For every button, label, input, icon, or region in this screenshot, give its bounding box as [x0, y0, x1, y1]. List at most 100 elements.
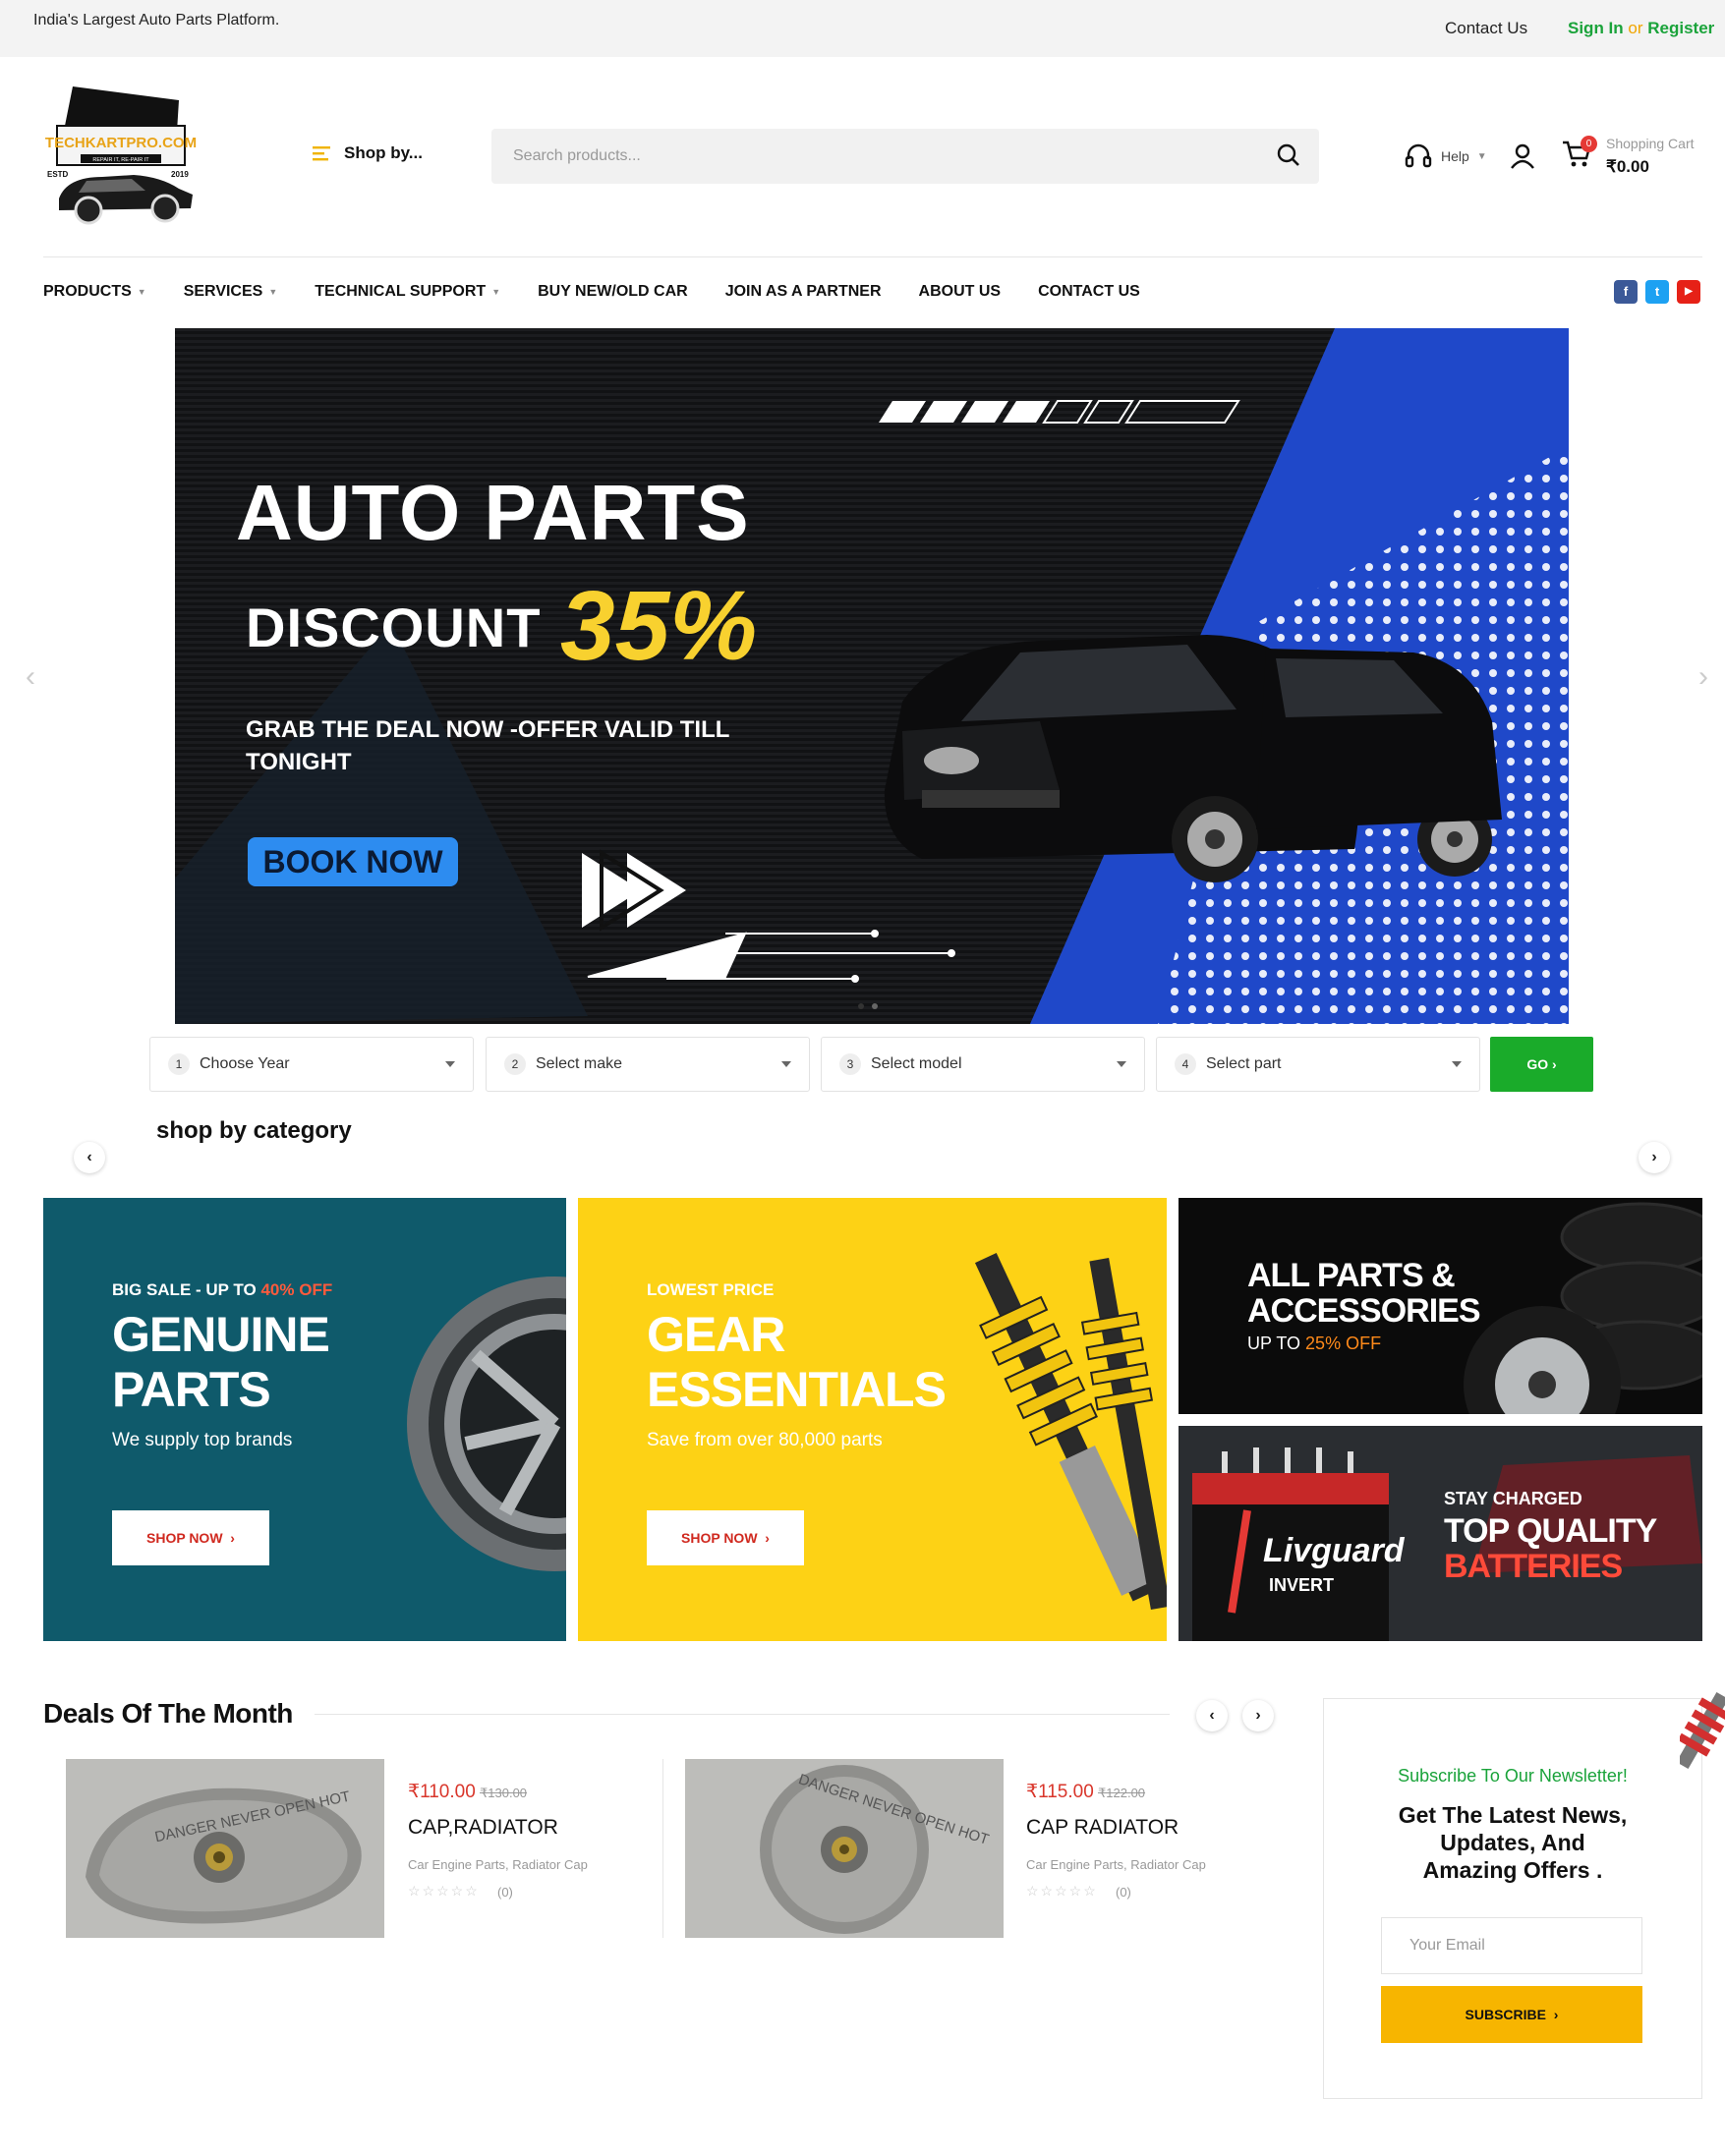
contact-link[interactable]: Contact Us [1445, 19, 1527, 38]
chevron-down-icon: ▼ [137, 287, 146, 297]
nav-label: JOIN AS A PARTNER [724, 283, 882, 300]
deals-prev-button[interactable]: ‹ [1196, 1700, 1228, 1731]
sign-in-link[interactable]: Sign In [1568, 19, 1624, 37]
chevron-down-icon: ▼ [1476, 150, 1487, 162]
star-rating: ☆☆☆☆☆ [408, 1883, 480, 1899]
batteries-title-line2: BATTERIES [1444, 1548, 1623, 1585]
search-bar [491, 129, 1319, 184]
shop-now-label: SHOP NOW [146, 1530, 223, 1546]
category-prev-button[interactable]: ‹ [74, 1142, 105, 1173]
step-number: 4 [1175, 1053, 1196, 1075]
product-name[interactable]: CAP,RADIATOR [408, 1816, 558, 1840]
newsletter-email-input[interactable] [1381, 1917, 1642, 1974]
subscribe-button[interactable]: SUBSCRIBE › [1381, 1986, 1642, 2043]
subscribe-label: SUBSCRIBE [1465, 2007, 1546, 2022]
newsletter-heading: Get The Latest News, Updates, And Amazin… [1398, 1802, 1628, 1883]
cart-button[interactable]: 0 [1561, 136, 1597, 174]
coilover-image [974, 1253, 1167, 1611]
year-select[interactable]: 1 Choose Year [149, 1037, 474, 1092]
chevron-down-icon: ▼ [491, 287, 501, 297]
site-logo[interactable]: TECHKARTPRO.COM REPAIR IT, RE-PAIR IT ES… [43, 83, 201, 232]
nav-item-about[interactable]: ABOUT US [919, 283, 1002, 301]
category-card-accessories[interactable]: ALL PARTS & ACCESSORIES UP TO 25% OFF [1179, 1198, 1702, 1414]
help-label: Help [1441, 148, 1469, 164]
make-select-label: Select make [536, 1055, 623, 1072]
facebook-icon[interactable]: f [1614, 280, 1638, 304]
category-next-button[interactable]: › [1639, 1142, 1670, 1173]
category-card-gear-essentials[interactable]: LOWEST PRICE GEAR ESSENTIALS Save from o… [578, 1198, 1167, 1641]
battery-brand-text: Livguard [1263, 1532, 1406, 1569]
review-count: (0) [497, 1885, 513, 1900]
hero-title: AUTO PARTS [236, 469, 750, 556]
menu-lines-icon [313, 146, 330, 161]
book-now-button[interactable]: BOOK NOW [248, 837, 458, 886]
search-input[interactable] [513, 129, 1260, 184]
category-card-batteries[interactable]: Livguard INVERT STAY CHARGED TOP QUALITY… [1179, 1426, 1702, 1641]
make-select[interactable]: 2 Select make [486, 1037, 810, 1092]
battery-inverter-text: INVERT [1269, 1575, 1334, 1595]
account-icon[interactable] [1510, 142, 1535, 175]
product-price: ₹110.00 [408, 1782, 476, 1802]
nav-item-join-partner[interactable]: JOIN AS A PARTNER [725, 283, 882, 301]
deals-section-title: Deals Of The Month [43, 1698, 293, 1729]
product-name[interactable]: CAP RADIATOR [1026, 1816, 1179, 1840]
genuine-shop-now-button[interactable]: SHOP NOW › [112, 1510, 269, 1565]
hero-discount-label: DISCOUNT [246, 596, 542, 658]
part-select[interactable]: 4 Select part [1156, 1037, 1480, 1092]
model-select-label: Select model [871, 1055, 962, 1072]
accessories-sub-text: UP TO [1247, 1333, 1301, 1353]
newsletter-box: Subscribe To Our Newsletter! Get The Lat… [1323, 1698, 1702, 2099]
nav-label: TECHNICAL SUPPORT [315, 283, 487, 300]
star-rating: ☆☆☆☆☆ [1026, 1883, 1098, 1899]
review-count: (0) [1116, 1885, 1131, 1900]
product-image[interactable]: DANGER NEVER OPEN HOT [685, 1759, 1004, 1938]
search-icon[interactable] [1276, 142, 1301, 173]
go-button[interactable]: GO › [1490, 1037, 1593, 1092]
help-menu[interactable]: Help ▼ [1404, 142, 1487, 171]
gear-subtitle: Save from over 80,000 parts [647, 1430, 883, 1450]
deals-next-button[interactable]: › [1242, 1700, 1274, 1731]
product-price: ₹115.00 [1026, 1782, 1094, 1802]
accessories-sub-accent: 25% OFF [1305, 1333, 1382, 1353]
logo-year-text: 2019 [171, 170, 189, 179]
nav-item-contact[interactable]: CONTACT US [1038, 283, 1140, 301]
step-number: 3 [839, 1053, 861, 1075]
accessories-title-line2: ACCESSORIES [1247, 1292, 1480, 1330]
gear-shop-now-button[interactable]: SHOP NOW › [647, 1510, 804, 1565]
product-category[interactable]: Car Engine Parts, Radiator Cap [1026, 1857, 1206, 1872]
logo-motto-text: REPAIR IT, RE-PAIR IT [92, 157, 149, 163]
top-bar: India's Largest Auto Parts Platform. Con… [0, 0, 1725, 57]
hero-discount-percent: 35% [560, 571, 758, 681]
register-link[interactable]: Register [1647, 19, 1714, 37]
nav-item-services[interactable]: SERVICES ▼ [184, 283, 278, 301]
main-nav: PRODUCTS ▼ SERVICES ▼ TECHNICAL SUPPORT ▼ B… [43, 283, 1178, 301]
category-card-genuine-parts[interactable]: BIG SALE - UP TO 40% OFF GENUINE PARTS W… [43, 1198, 566, 1641]
product-divider [662, 1759, 663, 1938]
tagline: India's Largest Auto Parts Platform. [33, 12, 280, 28]
youtube-icon[interactable]: ▶ [1677, 280, 1700, 304]
product-category[interactable]: Car Engine Parts, Radiator Cap [408, 1857, 588, 1872]
caret-down-icon [445, 1061, 455, 1067]
nav-item-buy-car[interactable]: BUY NEW/OLD CAR [538, 283, 688, 301]
genuine-kicker-text: BIG SALE - UP TO [112, 1280, 257, 1299]
genuine-title-line2: PARTS [112, 1362, 271, 1417]
caret-down-icon [1452, 1061, 1462, 1067]
nav-item-technical-support[interactable]: TECHNICAL SUPPORT ▼ [315, 283, 500, 301]
twitter-icon[interactable]: t [1645, 280, 1669, 304]
hero-next-arrow[interactable]: › [1698, 660, 1708, 694]
shop-by-menu[interactable]: Shop by... [313, 143, 423, 163]
nav-label: PRODUCTS [43, 283, 132, 300]
or-separator: or [1628, 19, 1643, 37]
alloy-wheel-image [407, 1277, 566, 1571]
genuine-kicker: BIG SALE - UP TO 40% OFF [112, 1280, 332, 1300]
nav-label: BUY NEW/OLD CAR [538, 283, 688, 300]
part-select-label: Select part [1206, 1055, 1282, 1072]
shock-absorber-decoration [1680, 1691, 1725, 1770]
logo-estd-text: ESTD [47, 170, 69, 179]
nav-item-products[interactable]: PRODUCTS ▼ [43, 283, 146, 301]
genuine-title-line1: GENUINE [112, 1307, 330, 1362]
model-select[interactable]: 3 Select model [821, 1037, 1145, 1092]
product-image[interactable]: DANGER NEVER OPEN HOT [66, 1759, 384, 1938]
go-label: GO [1526, 1056, 1549, 1072]
hero-prev-arrow[interactable]: ‹ [26, 660, 35, 694]
